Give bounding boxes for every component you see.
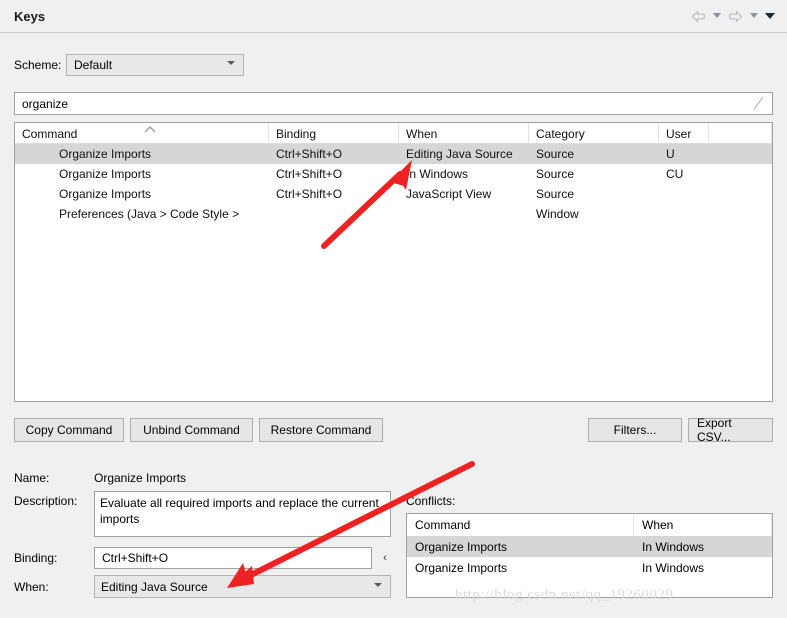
conflicts-column-header-when[interactable]: When: [634, 514, 772, 536]
unbind-command-button[interactable]: Unbind Command: [130, 418, 253, 442]
column-header-command[interactable]: Command: [15, 123, 269, 144]
arrow-left-icon[interactable]: [688, 7, 708, 25]
conflicts-table-row[interactable]: Organize ImportsIn Windows: [407, 536, 772, 557]
table-row[interactable]: Preferences (Java > Code Style > Window: [15, 204, 772, 224]
conflicts-table[interactable]: CommandWhen Organize ImportsIn WindowsOr…: [406, 513, 773, 598]
cell-category: Source: [536, 144, 659, 164]
table-row[interactable]: Organize Imports Ctrl+Shift+O Editing Java…: [15, 144, 772, 164]
keys-table[interactable]: CommandBindingWhenCategoryUser Organize …: [14, 122, 773, 402]
chevron-down-icon-forward[interactable]: [747, 7, 760, 25]
page-title: Keys: [14, 9, 45, 24]
search-input[interactable]: [20, 93, 740, 114]
filters-button[interactable]: Filters...: [588, 418, 682, 442]
chevron-down-icon-back[interactable]: [710, 7, 723, 25]
column-header-when[interactable]: When: [399, 123, 529, 144]
cell-binding: Ctrl+Shift+O: [276, 184, 399, 204]
cell-category: Window: [536, 204, 659, 224]
cell-category: Source: [536, 164, 659, 184]
name-value: Organize Imports: [94, 471, 186, 485]
cell-when: [406, 204, 529, 224]
cell-user: [666, 184, 709, 204]
cell-user: [666, 204, 709, 224]
conflicts-cell-command: Organize Imports: [407, 557, 634, 578]
when-selected-value: Editing Java Source: [101, 580, 208, 594]
navigation-toolbar: [688, 7, 778, 25]
sort-ascending-icon: [143, 126, 157, 134]
keys-table-header: CommandBindingWhenCategoryUser: [15, 123, 772, 144]
eraser-icon[interactable]: ╱: [754, 97, 768, 111]
cell-when: Editing Java Source: [406, 144, 529, 164]
copy-command-button[interactable]: Copy Command: [14, 418, 124, 442]
cell-binding: [276, 204, 399, 224]
binding-input[interactable]: [100, 548, 365, 568]
column-header-user[interactable]: User: [659, 123, 709, 144]
keys-preferences-dialog: Keys Scheme: Defaul: [0, 0, 787, 618]
cell-category: Source: [536, 184, 659, 204]
cell-when: JavaScript View: [406, 184, 529, 204]
column-header-category[interactable]: Category: [529, 123, 659, 144]
cell-binding: Ctrl+Shift+O: [276, 144, 399, 164]
conflicts-column-header-command[interactable]: Command: [407, 514, 634, 536]
cell-command: Organize Imports: [59, 184, 269, 204]
scheme-select[interactable]: Default: [66, 54, 244, 76]
binding-field-wrapper[interactable]: [94, 547, 372, 569]
column-header-blank[interactable]: [709, 123, 772, 144]
chevron-down-icon: [227, 60, 236, 69]
description-textarea[interactable]: Evaluate all required imports and replac…: [94, 491, 391, 537]
scheme-selected-value: Default: [74, 58, 112, 72]
cell-command: Preferences (Java > Code Style >: [59, 204, 269, 224]
conflicts-table-header: CommandWhen: [407, 514, 772, 536]
cell-command: Organize Imports: [59, 164, 269, 184]
cell-command: Organize Imports: [59, 144, 269, 164]
conflicts-cell-when: In Windows: [634, 557, 772, 578]
when-select[interactable]: Editing Java Source: [94, 575, 391, 598]
name-label: Name:: [14, 471, 49, 485]
dialog-titlebar: Keys: [0, 0, 787, 33]
when-label: When:: [14, 580, 49, 594]
chevron-left-icon[interactable]: ‹: [378, 548, 392, 568]
conflicts-cell-when: In Windows: [634, 536, 772, 557]
chevron-down-icon-menu[interactable]: [762, 7, 778, 25]
description-label: Description:: [14, 494, 77, 508]
scheme-label: Scheme:: [14, 58, 61, 72]
cell-user: CU: [666, 164, 709, 184]
table-row[interactable]: Organize Imports Ctrl+Shift+O In Windows So…: [15, 164, 772, 184]
filter-field-wrapper[interactable]: ╱: [14, 92, 773, 115]
conflicts-label: Conflicts:: [406, 494, 455, 508]
conflicts-cell-command: Organize Imports: [407, 536, 634, 557]
cell-when: In Windows: [406, 164, 529, 184]
arrow-right-icon[interactable]: [725, 7, 745, 25]
cell-user: U: [666, 144, 709, 164]
conflicts-table-body[interactable]: Organize ImportsIn WindowsOrganize Impor…: [407, 536, 772, 578]
watermark-text: http://blog.csdn.net/qq_19260029: [455, 587, 674, 604]
binding-label: Binding:: [14, 551, 57, 565]
cell-binding: Ctrl+Shift+O: [276, 164, 399, 184]
keys-table-body[interactable]: Organize Imports Ctrl+Shift+O Editing Java…: [15, 144, 772, 224]
column-header-binding[interactable]: Binding: [269, 123, 399, 144]
table-row[interactable]: Organize Imports Ctrl+Shift+O JavaScript V…: [15, 184, 772, 204]
conflicts-table-row[interactable]: Organize ImportsIn Windows: [407, 557, 772, 578]
chevron-down-icon: [374, 582, 383, 591]
export-csv-button[interactable]: Export CSV...: [688, 418, 773, 442]
restore-command-button[interactable]: Restore Command: [259, 418, 383, 442]
